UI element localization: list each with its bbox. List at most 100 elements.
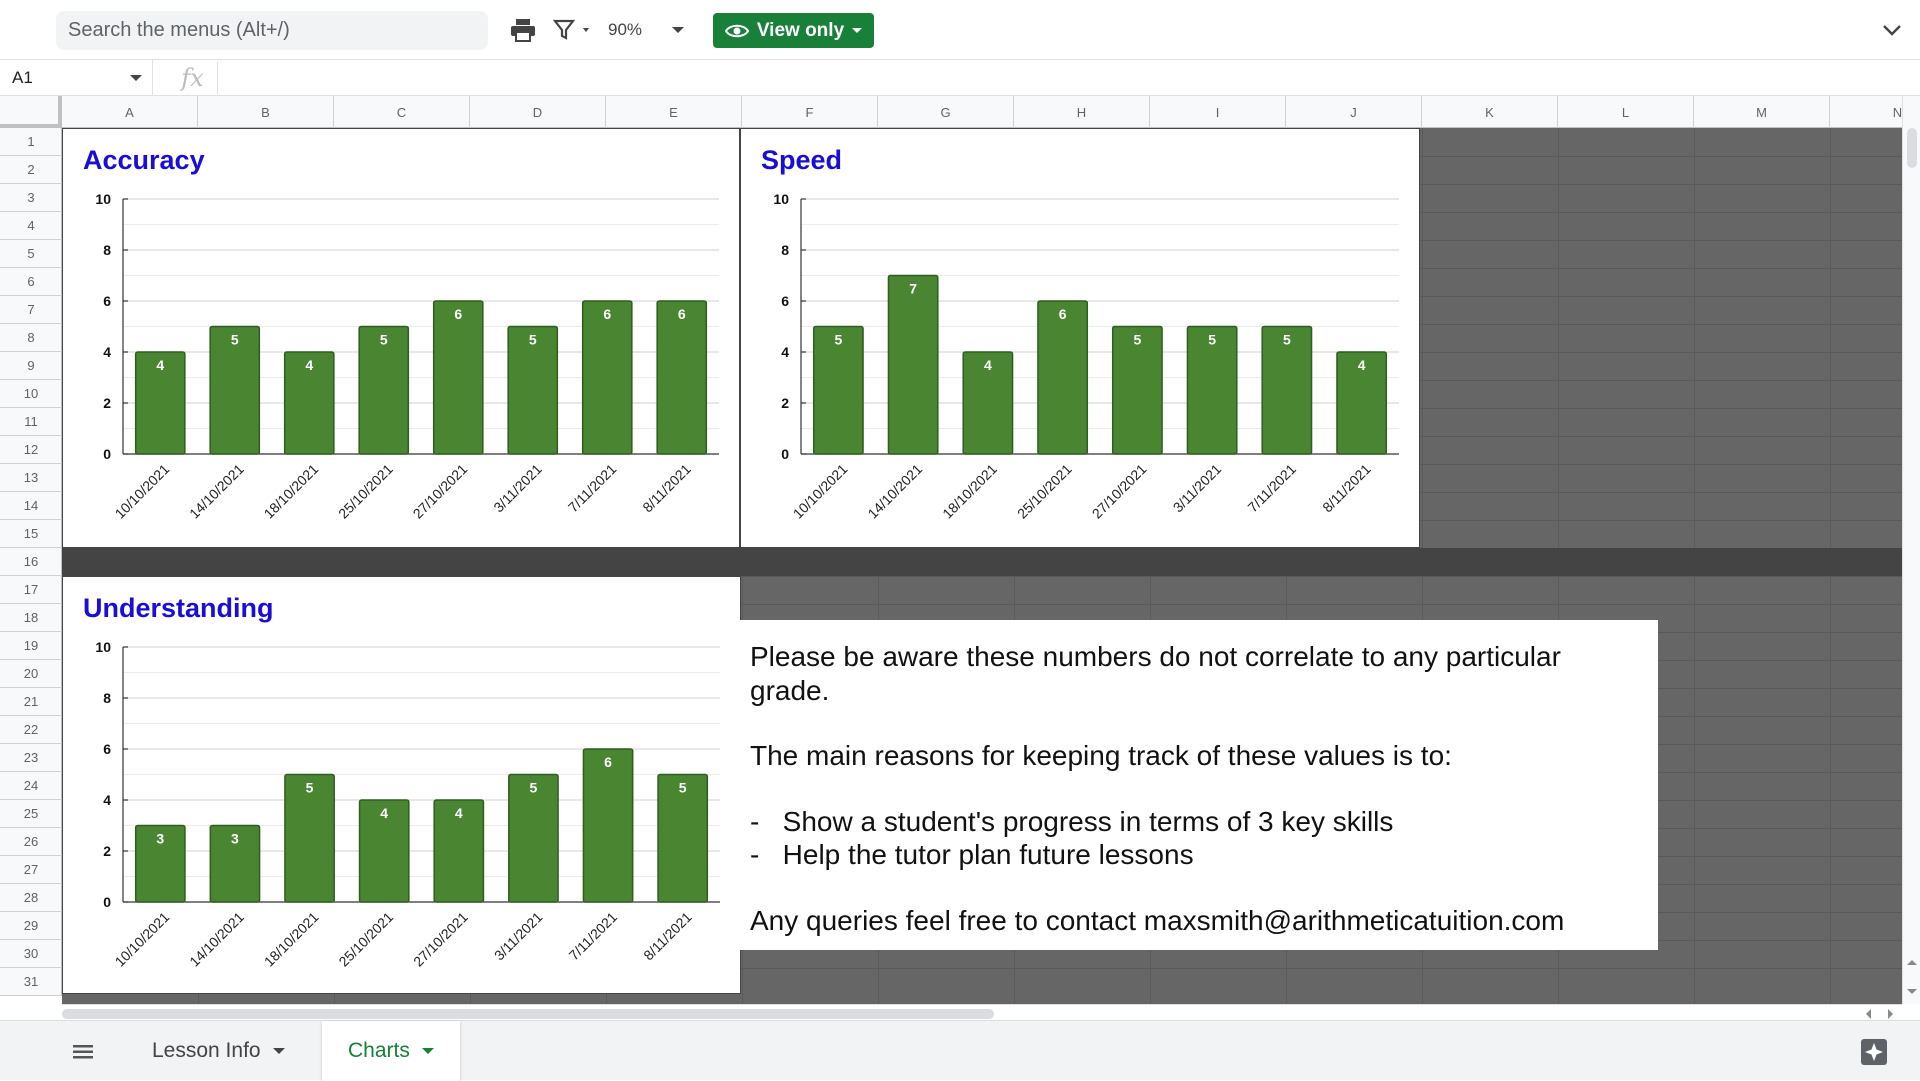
- row-header-5[interactable]: 5: [0, 240, 62, 268]
- row-header-12[interactable]: 12: [0, 436, 62, 464]
- column-header-g[interactable]: G: [878, 96, 1014, 128]
- vertical-scroll-thumb[interactable]: [1907, 128, 1917, 168]
- scroll-down-arrow-icon[interactable]: [1907, 989, 1917, 994]
- row-header-17[interactable]: 17: [0, 576, 62, 604]
- bullet-mark: -: [750, 839, 760, 871]
- row-header-22[interactable]: 22: [0, 716, 62, 744]
- x-tick-label: 18/10/2021: [939, 461, 1000, 522]
- row-header-29[interactable]: 29: [0, 912, 62, 940]
- x-tick-label: 8/11/2021: [640, 909, 695, 964]
- row-header-24[interactable]: 24: [0, 772, 62, 800]
- row-header-23[interactable]: 23: [0, 744, 62, 772]
- column-header-d[interactable]: D: [470, 96, 606, 128]
- select-all-corner[interactable]: [0, 96, 62, 128]
- fx-icon: fx: [168, 62, 218, 94]
- column-header-b[interactable]: B: [198, 96, 334, 128]
- column-header-m[interactable]: M: [1694, 96, 1830, 128]
- column-header-k[interactable]: K: [1422, 96, 1558, 128]
- scroll-right-arrow-icon[interactable]: [1888, 1009, 1893, 1019]
- name-box[interactable]: A1: [0, 60, 153, 96]
- view-only-button[interactable]: View only: [713, 13, 874, 48]
- column-header-e[interactable]: E: [606, 96, 742, 128]
- bar-data-label: 5: [1208, 332, 1216, 348]
- row-header-31[interactable]: 31: [0, 968, 62, 996]
- x-tick-label: 18/10/2021: [261, 461, 322, 522]
- all-sheets-menu-icon[interactable]: [66, 1039, 100, 1065]
- row-header-2[interactable]: 2: [0, 156, 62, 184]
- row-header-25[interactable]: 25: [0, 800, 62, 828]
- column-header-c[interactable]: C: [334, 96, 470, 128]
- vertical-scrollbar[interactable]: [1902, 96, 1920, 1004]
- column-header-j[interactable]: J: [1286, 96, 1422, 128]
- note-bullet: - Help the tutor plan future lessons: [750, 838, 1648, 872]
- collapse-chevron-icon[interactable]: [1878, 16, 1906, 44]
- bar-data-label: 5: [1133, 332, 1141, 348]
- column-header-a[interactable]: A: [62, 96, 198, 128]
- bar: [581, 300, 633, 455]
- row-header-11[interactable]: 11: [0, 408, 62, 436]
- horizontal-scroll-thumb[interactable]: [62, 1009, 994, 1019]
- row-header-18[interactable]: 18: [0, 604, 62, 632]
- bar-data-label: 5: [530, 780, 538, 796]
- y-tick-label: 8: [103, 690, 111, 706]
- zoom-select[interactable]: 90%: [608, 14, 685, 46]
- row-header-1[interactable]: 1: [0, 128, 62, 156]
- row-header-3[interactable]: 3: [0, 184, 62, 212]
- y-tick-label: 4: [103, 344, 111, 360]
- y-tick-label: 2: [781, 395, 789, 411]
- speed-chart-svg: 0 2 4 6 8 10 5 10/10/2021 7 14/10/2021 4 18/10/2021…: [773, 191, 1399, 522]
- column-header-f[interactable]: F: [742, 96, 878, 128]
- row-header-16[interactable]: 16: [0, 548, 62, 576]
- note-text-box: Please be aware these numbers do not cor…: [740, 620, 1658, 950]
- print-icon[interactable]: [508, 14, 538, 46]
- bullet-text: Help the tutor plan future lessons: [782, 839, 1194, 871]
- tab-lesson-info[interactable]: Lesson Info: [126, 1021, 311, 1081]
- x-tick-label: 7/11/2021: [565, 461, 620, 516]
- tab-charts[interactable]: Charts: [322, 1021, 460, 1081]
- accuracy-chart[interactable]: Accuracy 0 2 4 6 8 10 4 10/10/2021 5 14/10/2021 4 1…: [62, 128, 740, 548]
- x-tick-label: 25/10/2021: [1014, 461, 1075, 522]
- row-header-9[interactable]: 9: [0, 352, 62, 380]
- row-header-15[interactable]: 15: [0, 520, 62, 548]
- bar-data-label: 4: [1358, 357, 1366, 373]
- scroll-up-arrow-icon[interactable]: [1907, 960, 1917, 965]
- toolbar: Search the menus (Alt+/) 90% View only: [0, 0, 1920, 60]
- row-header-28[interactable]: 28: [0, 884, 62, 912]
- bar-data-label: 5: [834, 332, 842, 348]
- row-header-8[interactable]: 8: [0, 324, 62, 352]
- row-header-10[interactable]: 10: [0, 380, 62, 408]
- note-bullet: - Show a student's progress in terms of …: [750, 805, 1648, 839]
- understanding-chart[interactable]: Understanding 0 2 4 6 8 10 3 10/10/2021 3 14/10/2…: [62, 576, 741, 994]
- y-tick-label: 6: [103, 293, 111, 309]
- row-header-19[interactable]: 19: [0, 632, 62, 660]
- row-header-6[interactable]: 6: [0, 268, 62, 296]
- bar-data-label: 6: [603, 306, 611, 322]
- row-header-20[interactable]: 20: [0, 660, 62, 688]
- bar-data-label: 5: [679, 780, 687, 796]
- row-header-14[interactable]: 14: [0, 492, 62, 520]
- bullet-mark: -: [750, 805, 760, 837]
- column-header-i[interactable]: I: [1150, 96, 1286, 128]
- explore-icon[interactable]: [1858, 1036, 1890, 1068]
- column-header-h[interactable]: H: [1014, 96, 1150, 128]
- scroll-left-arrow-icon[interactable]: [1866, 1009, 1871, 1019]
- menu-search-input[interactable]: Search the menus (Alt+/): [56, 11, 488, 50]
- speed-chart[interactable]: Speed 0 2 4 6 8 10 5 10/10/2021 7 14/10/2021 4 18/1…: [740, 128, 1420, 548]
- y-tick-label: 0: [781, 446, 789, 462]
- bar-data-label: 6: [678, 306, 686, 322]
- bar-data-label: 4: [156, 357, 164, 373]
- row-header-21[interactable]: 21: [0, 688, 62, 716]
- column-header-l[interactable]: L: [1558, 96, 1694, 128]
- row-header-27[interactable]: 27: [0, 856, 62, 884]
- row-header-7[interactable]: 7: [0, 296, 62, 324]
- row-header-13[interactable]: 13: [0, 464, 62, 492]
- bar-data-label: 7: [909, 281, 917, 297]
- cell-reference: A1: [12, 68, 33, 87]
- row-header-26[interactable]: 26: [0, 828, 62, 856]
- row-header-4[interactable]: 4: [0, 212, 62, 240]
- filter-icon[interactable]: [552, 14, 598, 46]
- horizontal-scrollbar[interactable]: [62, 1004, 1902, 1020]
- y-tick-label: 8: [103, 242, 111, 258]
- row-header-30[interactable]: 30: [0, 940, 62, 968]
- column-header-n[interactable]: N: [1830, 96, 1902, 128]
